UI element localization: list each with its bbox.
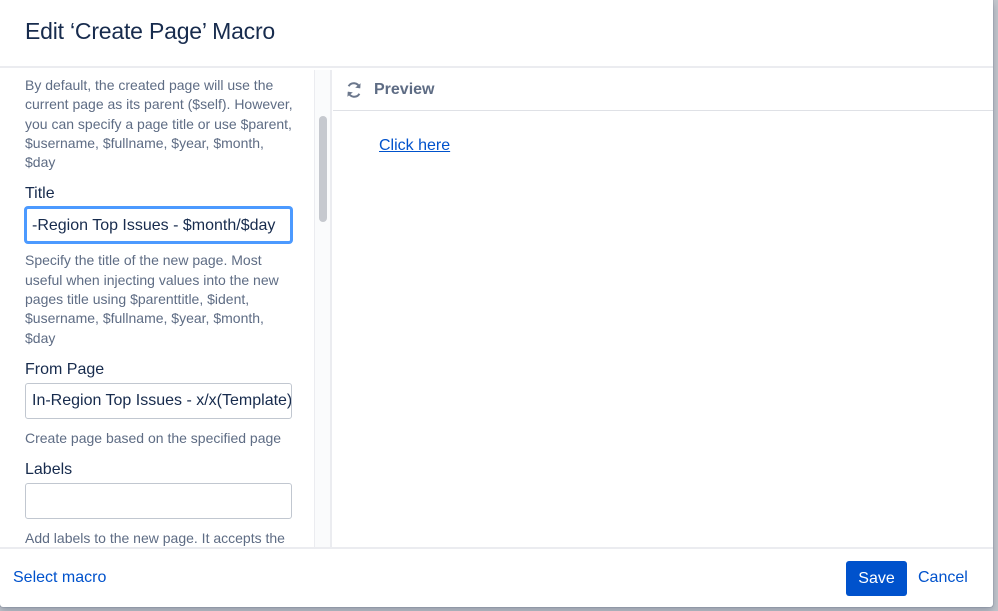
parameters-scrollbar-thumb[interactable] xyxy=(319,116,327,222)
preview-header: Preview xyxy=(333,70,993,111)
labels-help-text: Add labels to the new page. It accepts t… xyxy=(25,530,285,547)
background-page-bottom xyxy=(0,607,998,611)
dialog-title: Edit ‘Create Page’ Macro xyxy=(25,18,276,44)
macro-parameters-panel[interactable]: By default, the created page will use th… xyxy=(0,70,314,547)
from-page-help-text: Create page based on the specified page xyxy=(25,429,282,446)
dialog-footer: Select macro Save Cancel xyxy=(0,547,993,607)
refresh-icon[interactable] xyxy=(344,80,364,100)
from-page-label: From Page xyxy=(25,360,105,378)
labels-label: Labels xyxy=(25,461,73,479)
dialog-header: Edit ‘Create Page’ Macro xyxy=(0,0,993,68)
preview-click-here-link[interactable]: Click here xyxy=(379,137,450,155)
title-input[interactable]: -Region Top Issues - $month/$day xyxy=(25,207,292,244)
cancel-button[interactable]: Cancel xyxy=(918,569,968,587)
save-button[interactable]: Save xyxy=(846,561,907,596)
select-macro-link[interactable]: Select macro xyxy=(13,569,106,587)
edit-macro-dialog: Edit ‘Create Page’ Macro By default, the… xyxy=(0,0,993,607)
labels-input[interactable] xyxy=(25,483,292,520)
background-page-edge xyxy=(993,0,998,611)
parameters-scrollbar[interactable] xyxy=(314,70,332,547)
title-input-value: -Region Top Issues - $month/$day xyxy=(32,217,276,235)
from-page-input[interactable]: In-Region Top Issues - x/x(Template) xyxy=(25,382,292,419)
preview-panel: Preview Click here xyxy=(333,70,993,547)
macro-parameters-form: By default, the created page will use th… xyxy=(25,76,293,547)
title-help-text: Specify the title of the new page. Most … xyxy=(25,252,279,346)
parent-help-text: By default, the created page will use th… xyxy=(25,77,293,171)
title-label: Title xyxy=(25,185,55,203)
preview-title: Preview xyxy=(374,81,435,98)
